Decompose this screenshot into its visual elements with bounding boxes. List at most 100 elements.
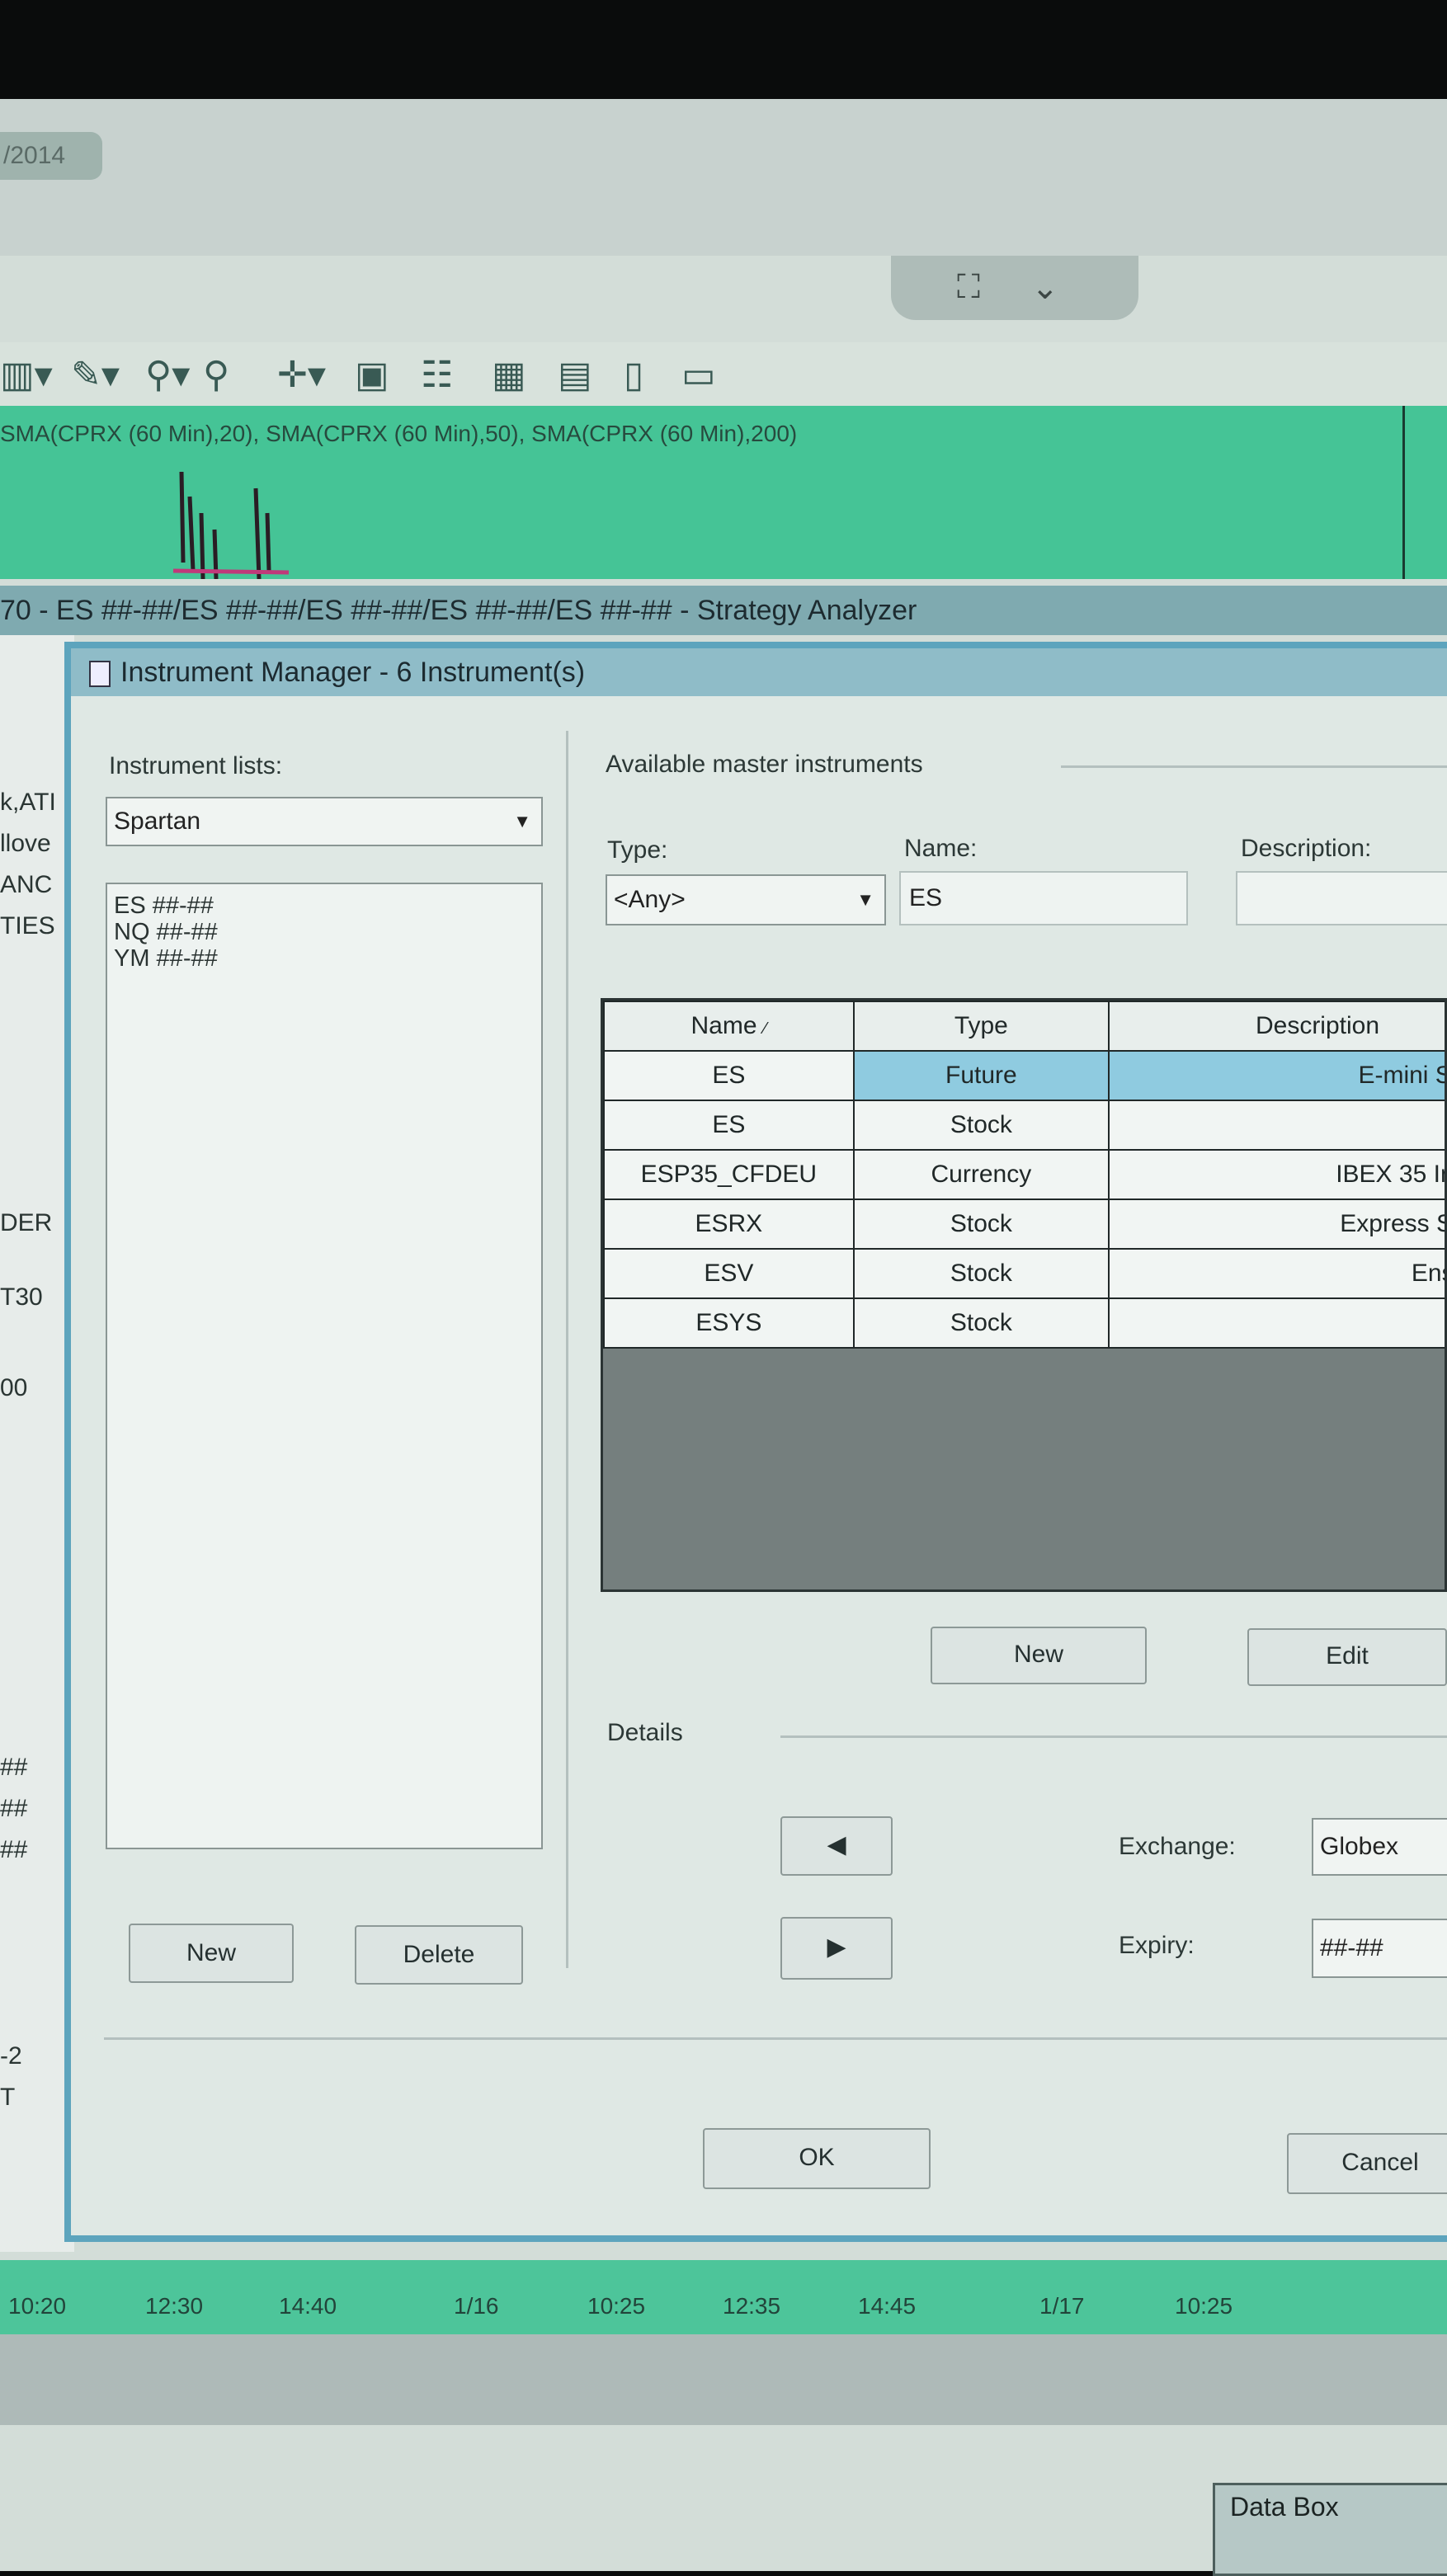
bg-fragment: T30 (0, 1283, 43, 1311)
chart-indicator-label: SMA(CPRX (60 Min),20), SMA(CPRX (60 Min)… (0, 421, 798, 446)
instrument-list-value: Spartan (114, 808, 201, 835)
delete-list-button[interactable]: Delete (355, 1925, 523, 1985)
column-header-type[interactable]: Type (852, 1001, 1110, 1052)
table-row[interactable]: ESRX Stock Express Scripts, (603, 1199, 1445, 1250)
bg-fragment: ## (0, 1754, 28, 1781)
time-tick: 12:35 (723, 2293, 781, 2319)
column-header-name[interactable]: Name ⁄ (603, 1001, 855, 1052)
grid-header-row: Name ⁄ Type Description (603, 1001, 1445, 1052)
column-header-description[interactable]: Description (1108, 1001, 1445, 1052)
data-box-panel[interactable]: Data Box (1213, 2483, 1447, 2576)
bar-style-icon[interactable]: ▥▾ (0, 356, 53, 395)
scroll-strip[interactable] (0, 2334, 1447, 2425)
cell-type: Currency (852, 1149, 1110, 1200)
move-left-button[interactable]: ◀ (780, 1816, 893, 1876)
bg-fragment: DER (0, 1209, 53, 1236)
table-row[interactable]: ES Future E-mini S&P 50 (603, 1050, 1445, 1101)
list-item[interactable]: ES ##-## (107, 892, 541, 919)
indicators-icon[interactable]: ☷ (421, 356, 453, 395)
window-control-tab[interactable]: ⛶ ⌄ (891, 256, 1138, 320)
time-tick: 1/16 (454, 2293, 499, 2319)
time-tick: 1/17 (1039, 2293, 1085, 2319)
instrument-list-select[interactable]: Spartan ▼ (106, 797, 543, 846)
cell-name: ESYS (603, 1297, 855, 1349)
footer-rule (104, 2037, 1447, 2040)
time-tick: 14:40 (279, 2293, 337, 2319)
list-item[interactable]: YM ##-## (107, 945, 541, 972)
type-select[interactable]: <Any> ▼ (606, 874, 886, 925)
bg-fragment: -2 (0, 2042, 22, 2070)
name-label: Name: (904, 835, 978, 862)
cell-name: ES (603, 1100, 855, 1151)
table-row[interactable]: ESYS Stock (603, 1297, 1445, 1349)
data-box-icon[interactable]: ▭ (681, 356, 716, 395)
bg-fragment: ## (0, 1836, 28, 1863)
cell-name: ESP35_CFDEU (603, 1149, 855, 1200)
exchange-label: Exchange: (1119, 1833, 1236, 1860)
lock-icon[interactable]: ▯ (624, 356, 643, 395)
table-row[interactable]: ES Stock (603, 1100, 1445, 1151)
time-tick: 14:45 (858, 2293, 917, 2319)
table-row[interactable]: ESV Stock Ensco plc (603, 1248, 1445, 1299)
cell-type: Future (852, 1050, 1110, 1101)
chevron-down-icon[interactable]: ⌄ (1031, 269, 1059, 307)
instrument-list-box[interactable]: ES ##-## NQ ##-## YM ##-## (106, 883, 543, 1849)
master-instruments-grid[interactable]: Name ⁄ Type Description ES Future E-mini… (601, 998, 1447, 1592)
dialog-titlebar[interactable]: Instrument Manager - 6 Instrument(s) (71, 648, 1447, 696)
description-input[interactable] (1236, 871, 1447, 925)
edit-instrument-button[interactable]: Edit (1247, 1628, 1447, 1686)
bg-fragment: TIES (0, 912, 55, 940)
cell-description (1108, 1100, 1445, 1151)
pin-icon[interactable]: ⚲▾ (145, 356, 190, 395)
list-item[interactable]: NQ ##-## (107, 919, 541, 945)
name-input[interactable] (899, 871, 1188, 925)
instrument-lists-label: Instrument lists: (109, 752, 283, 779)
expand-icon[interactable]: ⛶ (957, 269, 980, 306)
pencil-icon[interactable]: ✎▾ (71, 356, 120, 395)
expiry-value: ##-## (1320, 1934, 1383, 1961)
cancel-button[interactable]: Cancel (1287, 2133, 1447, 2194)
time-tick: 10:25 (587, 2293, 646, 2319)
move-right-button[interactable]: ▶ (780, 1917, 893, 1980)
strategy-analyzer-title: 70 - ES ##-##/ES ##-##/ES ##-##/ES ##-##… (0, 595, 917, 626)
cell-description: Express Scripts, (1108, 1199, 1445, 1250)
new-list-button[interactable]: New (129, 1924, 294, 1983)
triangle-left-icon: ◀ (827, 1831, 846, 1858)
cell-description: E-mini S&P 50 (1108, 1050, 1445, 1101)
description-label: Description: (1241, 835, 1372, 862)
exchange-select[interactable]: Globex (1312, 1818, 1447, 1876)
chevron-down-icon: ▼ (856, 889, 874, 910)
price-chart[interactable]: SMA(CPRX (60 Min),20), SMA(CPRX (60 Min)… (0, 406, 1447, 579)
cell-description: IBEX 35 Index C (1108, 1149, 1445, 1200)
data-box-title: Data Box (1230, 2492, 1339, 2522)
cell-name: ES (603, 1050, 855, 1101)
master-instruments-label: Available master instruments (606, 751, 923, 778)
strategy-icon[interactable]: ▦ (492, 356, 526, 395)
section-rule (780, 1735, 1447, 1738)
bg-fragment: T (0, 2084, 16, 2111)
triangle-right-icon: ▶ (827, 1933, 846, 1961)
app-icon (89, 661, 111, 688)
panel-divider (566, 731, 568, 1968)
time-tick: 12:30 (145, 2293, 204, 2319)
chart-divider (1402, 406, 1405, 579)
table-row[interactable]: ESP35_CFDEU Currency IBEX 35 Index C (603, 1149, 1445, 1200)
ok-button[interactable]: OK (703, 2128, 931, 2189)
candlesticks (172, 471, 290, 579)
cell-name: ESV (603, 1248, 855, 1299)
cell-description (1108, 1297, 1445, 1349)
date-tab[interactable]: /2014 (0, 132, 102, 180)
type-value: <Any> (614, 886, 686, 913)
bg-fragment: ANC (0, 871, 53, 898)
new-instrument-button[interactable]: New (931, 1627, 1147, 1684)
window-chrome (0, 99, 1447, 256)
cell-type: Stock (852, 1100, 1110, 1151)
sort-indicator-icon: ⁄ (763, 1020, 767, 1038)
properties-icon[interactable]: ▤ (558, 356, 592, 395)
cell-type: Stock (852, 1248, 1110, 1299)
zoom-icon[interactable]: ▣ (355, 356, 389, 395)
time-axis: 10:20 12:30 14:40 1/16 10:25 12:35 14:45… (0, 2260, 1447, 2334)
cell-name: ESRX (603, 1199, 855, 1250)
expiry-select[interactable]: ##-## (1312, 1919, 1447, 1978)
crosshair-icon[interactable]: ✛▾ (277, 356, 326, 395)
